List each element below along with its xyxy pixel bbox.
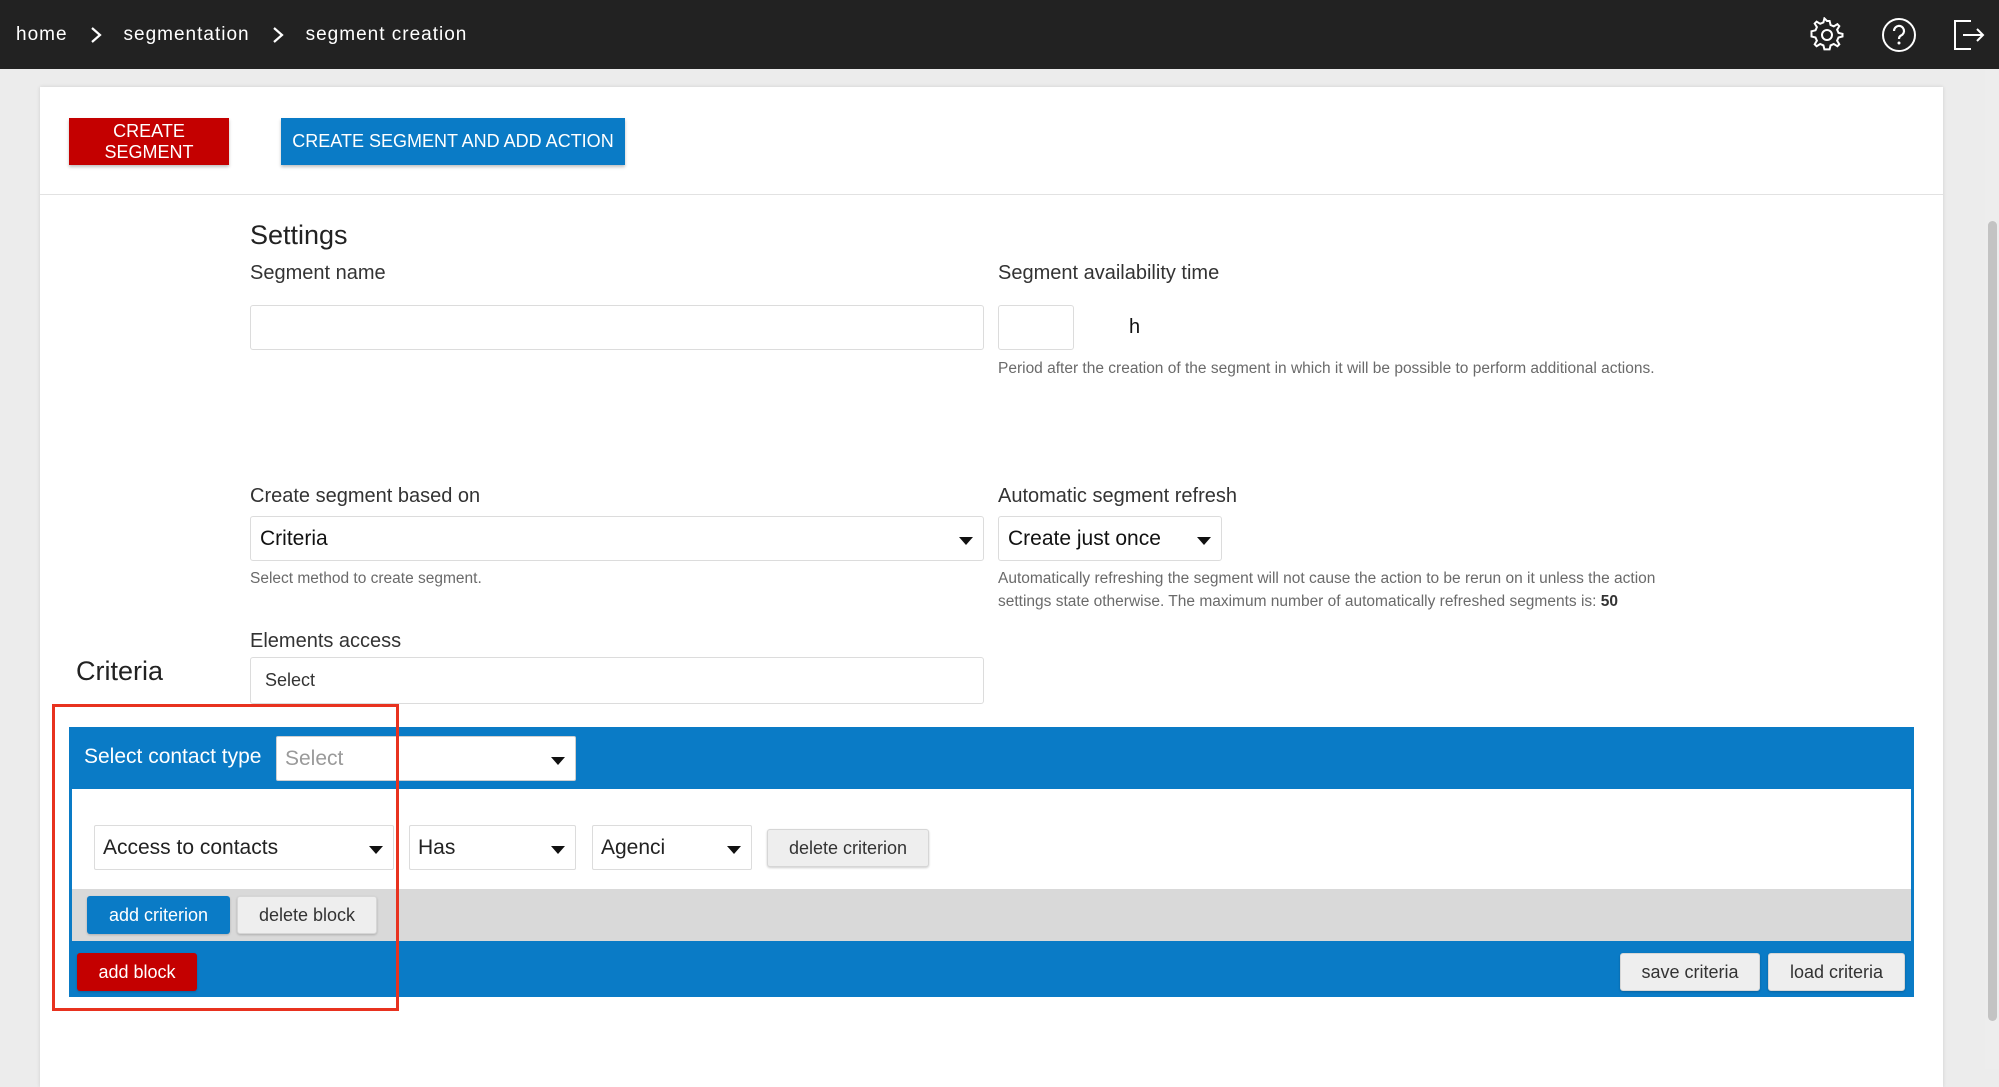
breadcrumb-segment-creation: segment creation: [305, 23, 468, 45]
criterion-row: Access to contacts Has Agenci delete cri…: [72, 789, 1911, 889]
criterion-value: Agenci: [601, 835, 666, 859]
settings-title: Settings: [250, 220, 348, 250]
criterion-operator-select[interactable]: Has: [409, 825, 576, 870]
based-on-label: Create segment based on: [250, 485, 481, 507]
availability-hint: Period after the creation of the segment…: [998, 360, 1655, 377]
chevron-down-icon: [1197, 536, 1211, 545]
elements-access-select[interactable]: Select: [250, 657, 984, 704]
chevron-right-icon: [90, 26, 102, 44]
segment-name-label: Segment name: [250, 262, 386, 284]
save-criteria-button[interactable]: save criteria: [1620, 953, 1760, 991]
help-icon[interactable]: [1879, 15, 1919, 55]
refresh-hint-line2: settings state otherwise. The maximum nu…: [998, 593, 1619, 610]
refresh-hint-line1: Automatically refreshing the segment wil…: [998, 570, 1656, 587]
based-on-value: Criteria: [260, 526, 328, 550]
based-on-select[interactable]: Criteria: [250, 516, 984, 561]
chevron-down-icon: [551, 845, 565, 854]
chevron-down-icon: [551, 756, 565, 765]
breadcrumb: home segmentation segment creation: [0, 24, 467, 46]
criterion-operator-value: Has: [418, 835, 456, 859]
chevron-right-icon: [272, 26, 284, 44]
refresh-value: Create just once: [1008, 526, 1161, 550]
top-bar: home segmentation segment creation: [0, 0, 1999, 69]
elements-access-label: Elements access: [250, 630, 402, 652]
chevron-down-icon: [959, 536, 973, 545]
criterion-field-select[interactable]: Access to contacts: [94, 825, 394, 870]
elements-access-placeholder: Select: [265, 670, 316, 690]
based-on-hint: Select method to create segment.: [250, 570, 482, 587]
refresh-label: Automatic segment refresh: [998, 485, 1237, 507]
chevron-down-icon: [369, 845, 383, 854]
gear-icon[interactable]: [1807, 15, 1847, 55]
criterion-field-value: Access to contacts: [103, 835, 279, 859]
criterion-value-select[interactable]: Agenci: [592, 825, 752, 870]
logout-icon[interactable]: [1949, 15, 1989, 55]
criteria-block: Access to contacts Has Agenci delete cri…: [72, 789, 1911, 941]
breadcrumb-home[interactable]: home: [16, 24, 68, 46]
refresh-max-count: 50: [1600, 593, 1619, 610]
load-criteria-button[interactable]: load criteria: [1768, 953, 1905, 991]
refresh-hint: Automatically refreshing the segment wil…: [998, 567, 1655, 613]
vertical-scrollbar[interactable]: [1985, 69, 1999, 1069]
scrollbar-thumb[interactable]: [1988, 221, 1997, 1021]
delete-criterion-button[interactable]: delete criterion: [767, 829, 929, 867]
add-block-button[interactable]: add block: [77, 953, 197, 991]
panel-toolbar: CREATE SEGMENT CREATE SEGMENT AND ADD AC…: [40, 87, 1943, 195]
criteria-title: Criteria: [76, 656, 164, 686]
contact-type-select[interactable]: Select: [276, 736, 576, 781]
create-segment-and-add-action-button[interactable]: CREATE SEGMENT AND ADD ACTION: [281, 118, 625, 165]
delete-block-button[interactable]: delete block: [237, 896, 377, 934]
breadcrumb-segmentation[interactable]: segmentation: [124, 24, 250, 46]
refresh-select[interactable]: Create just once: [998, 516, 1222, 561]
criteria-builder: Select contact type Select Access to con…: [69, 727, 1914, 997]
block-footer: add criterion delete block: [72, 889, 1911, 941]
contact-type-label: Select contact type: [84, 745, 262, 768]
availability-label: Segment availability time: [998, 262, 1220, 284]
create-segment-button[interactable]: CREATE SEGMENT: [69, 118, 229, 165]
add-criterion-button[interactable]: add criterion: [87, 896, 230, 934]
hours-unit: h: [1129, 316, 1141, 338]
chevron-down-icon: [727, 845, 741, 854]
segment-name-input[interactable]: [250, 305, 984, 350]
availability-hours-input[interactable]: [998, 305, 1074, 350]
top-icons: [1807, 0, 1999, 69]
contact-type-placeholder: Select: [285, 746, 344, 770]
